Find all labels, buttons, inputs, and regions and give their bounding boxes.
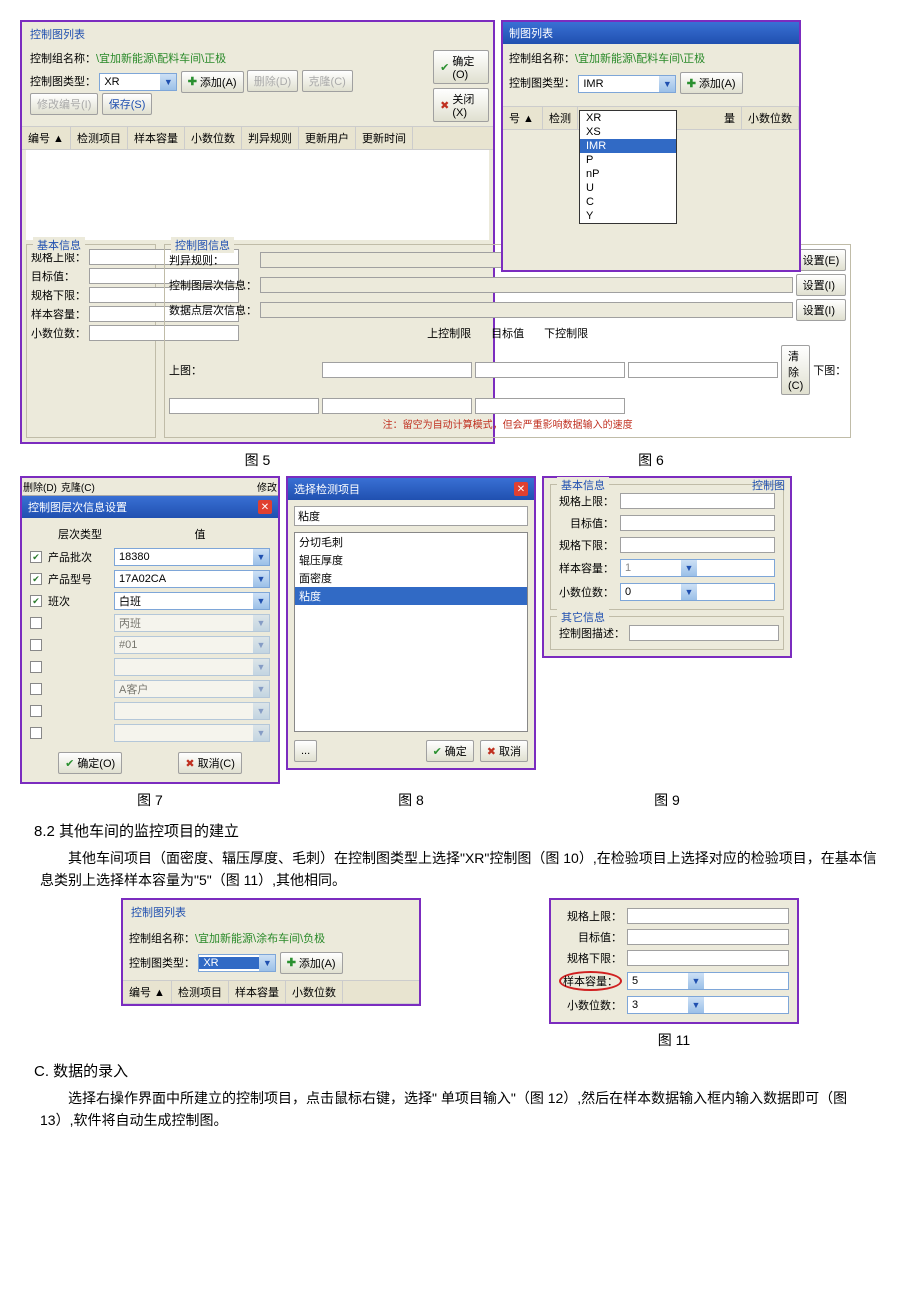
group-path: \宜加新能源\涂布车间\负极 <box>195 933 325 945</box>
caption-6: 图 6 <box>501 450 801 470</box>
checkbox[interactable] <box>30 727 42 739</box>
figure-6: 制图列表 控制组名称：\宜加新能源\配料车间\正极 控制图类型： IMR▼ 添加… <box>501 20 801 272</box>
group-path: \宜加新能源\配料车间\正极 <box>96 53 226 65</box>
checkbox[interactable] <box>30 551 42 563</box>
value-select[interactable]: 18380▼ <box>114 548 270 566</box>
dec-select[interactable]: 0▼ <box>620 583 775 601</box>
table-header: 编号 ▲检测项目样本容量小数位数 <box>123 980 419 1004</box>
type-dropdown[interactable]: XRXSIMRPnPUCY <box>579 110 677 224</box>
figure-11: 规格上限： 目标值： 规格下限： 样本容量：5▼ 小数位数：3▼ <box>549 898 799 1024</box>
lsl-input[interactable] <box>627 950 789 966</box>
value-select: ▼ <box>114 702 270 720</box>
point-input[interactable] <box>260 302 793 318</box>
type-select[interactable]: XR▼ <box>198 954 276 972</box>
search-input[interactable] <box>294 506 528 526</box>
group-label: 控制组名称： <box>30 53 96 65</box>
checkbox[interactable] <box>30 617 42 629</box>
add-button[interactable]: 添加(A) <box>181 71 244 93</box>
note: 注：留空为自动计算模式，但会严重影响数据输入的速度 <box>169 414 846 433</box>
item-list[interactable]: 分切毛刺 辊压厚度 面密度 粘度 <box>294 532 528 732</box>
checkbox[interactable] <box>30 661 42 673</box>
target-input[interactable] <box>620 515 775 531</box>
desc-input[interactable] <box>629 625 779 641</box>
checkbox[interactable] <box>30 639 42 651</box>
save-button[interactable]: 保存(S) <box>102 93 153 115</box>
section-c: C. 数据的录入 <box>34 1060 900 1081</box>
figure-5: 控制图列表 控制组名称：\宜加新能源\配料车间\正极 控制图类型： XR▼ 添加… <box>20 20 495 444</box>
value-select: 丙班▼ <box>114 614 270 632</box>
sample-select[interactable]: 5▼ <box>627 972 789 990</box>
more-button[interactable]: ... <box>294 740 317 762</box>
checkbox[interactable] <box>30 705 42 717</box>
ok-button[interactable]: 确定(O) <box>58 752 122 774</box>
value-select: ▼ <box>114 658 270 676</box>
value-select[interactable]: 17A02CA▼ <box>114 570 270 588</box>
value-select: #01▼ <box>114 636 270 654</box>
panel-title: 控制图列表 <box>22 22 493 46</box>
title-fragment: 制图列表 <box>503 22 799 44</box>
close-icon[interactable]: ✕ <box>258 500 272 514</box>
set-btn-2[interactable]: 设置(I) <box>796 274 847 296</box>
ok-button[interactable]: 确定(O) <box>433 50 489 84</box>
target-input[interactable] <box>627 929 789 945</box>
set-btn-1[interactable]: 设置(E) <box>796 249 847 271</box>
figure-7: 删除(D)克隆(C)修改 控制图层次信息设置✕ 层次类型值 产品批次18380▼… <box>20 476 280 784</box>
set-btn-3[interactable]: 设置(I) <box>796 299 847 321</box>
checkbox[interactable] <box>30 573 42 585</box>
value-select: A客户▼ <box>114 680 270 698</box>
layer-input[interactable] <box>260 277 793 293</box>
figure-9: 基本信息 控制图 规格上限： 目标值： 规格下限： 样本容量：1▼ 小数位数：0… <box>542 476 792 658</box>
type-select[interactable]: XR▼ <box>99 73 177 91</box>
paragraph-1: 其他车间项目（面密度、辐压厚度、毛刺）在控制图类型上选择"XR"控制图（图 10… <box>20 847 900 892</box>
value-select[interactable]: 白班▼ <box>114 592 270 610</box>
cancel-button[interactable]: 取消 <box>480 740 528 762</box>
clear-button[interactable]: 清除(C) <box>781 345 810 395</box>
type-select[interactable]: IMR▼ <box>578 75 676 93</box>
add-button[interactable]: 添加(A) <box>680 72 743 94</box>
edit-button[interactable]: 修改编号(I) <box>30 93 98 115</box>
table-header: 编号 ▲检测项目样本容量小数位数判异规则更新用户更新时间 <box>22 126 493 150</box>
add-button[interactable]: 添加(A) <box>280 952 343 974</box>
value-select: ▼ <box>114 724 270 742</box>
section-8-2: 8.2 其他车间的监控项目的建立 <box>34 820 900 841</box>
dec-select[interactable]: 3▼ <box>627 996 789 1014</box>
lsl-input[interactable] <box>620 537 775 553</box>
sample-select[interactable]: 1▼ <box>620 559 775 577</box>
close-icon[interactable]: ✕ <box>514 482 528 496</box>
checkbox[interactable] <box>30 683 42 695</box>
close-button[interactable]: 关闭(X) <box>433 88 489 122</box>
clone-button[interactable]: 克隆(C) <box>302 70 353 92</box>
group-path: \宜加新能源\配料车间\正极 <box>575 53 705 65</box>
circled-label: 样本容量： <box>559 971 622 991</box>
type-label: 控制图类型： <box>30 76 96 88</box>
checkbox[interactable] <box>30 595 42 607</box>
cancel-button[interactable]: 取消(C) <box>178 752 242 774</box>
figure-10: 控制图列表 控制组名称：\宜加新能源\涂布车间\负极 控制图类型： XR▼ 添加… <box>121 898 421 1006</box>
usl-input[interactable] <box>620 493 775 509</box>
calc-button: 计算(J) <box>628 362 778 378</box>
delete-button[interactable]: 删除(D) <box>247 70 298 92</box>
paragraph-2: 选择右操作界面中所建立的控制项目，点击鼠标右键，选择" 单项目输入"（图 12）… <box>20 1087 900 1132</box>
caption-5: 图 5 <box>20 450 495 470</box>
usl-input[interactable] <box>627 908 789 924</box>
ok-button[interactable]: 确定 <box>426 740 474 762</box>
figure-8: 选择检测项目 ✕ 分切毛刺 辊压厚度 面密度 粘度 ... 确定 取消 <box>286 476 536 770</box>
dialog-title: 控制图层次信息设置 <box>28 499 127 515</box>
table-body <box>26 150 489 240</box>
dialog-title: 选择检测项目 <box>294 481 360 497</box>
